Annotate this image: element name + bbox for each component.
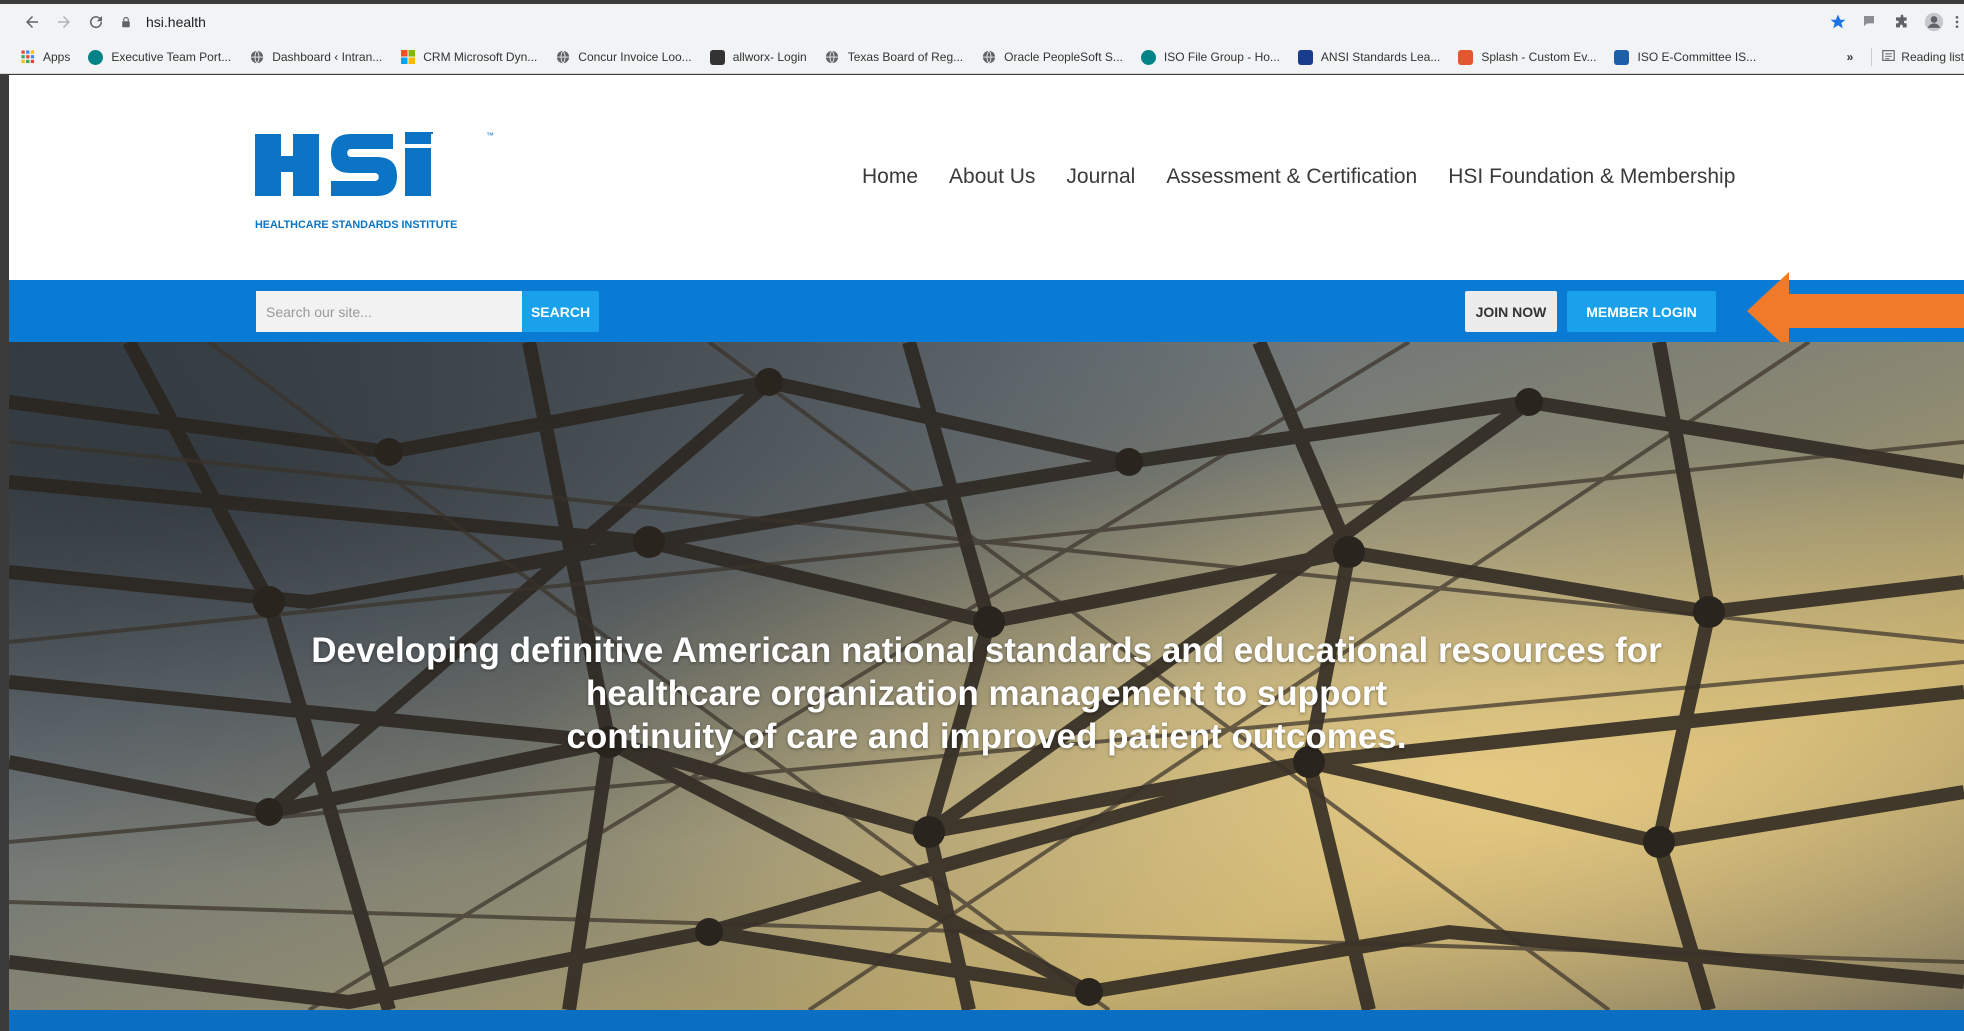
bookmark-item[interactable]: CRM Microsoft Dyn... — [400, 50, 537, 65]
browser-chrome: hsi.health Apps Executive Team Port... D… — [0, 4, 1964, 74]
back-button[interactable] — [18, 8, 46, 36]
bookmark-item[interactable]: Oracle PeopleSoft S... — [981, 50, 1123, 65]
reload-icon — [90, 16, 103, 29]
bottom-blue-strip — [9, 1010, 1964, 1031]
globe-icon — [555, 50, 570, 65]
bookmarks-divider — [1871, 48, 1873, 66]
bookmarks-right: » Reading list — [1847, 42, 1964, 72]
hero-line-1: Developing definitive American national … — [311, 631, 1662, 670]
forward-arrow-icon — [58, 16, 70, 28]
forward-button[interactable] — [50, 8, 78, 36]
bookmark-label: ISO E-Committee IS... — [1637, 50, 1757, 64]
hero-tagline: Developing definitive American national … — [9, 629, 1964, 758]
iso-icon — [1614, 49, 1630, 65]
bookmark-item[interactable]: Splash - Custom Ev... — [1458, 49, 1597, 65]
bookmark-star-icon[interactable] — [1822, 10, 1854, 34]
more-bookmarks-button[interactable]: » — [1847, 50, 1854, 64]
bookmark-item[interactable]: ANSI Standards Lea... — [1297, 49, 1441, 65]
menu-dots-icon[interactable] — [1950, 10, 1964, 34]
site-header: ™ HEALTHCARE STANDARDS INSTITUTE Home Abo… — [9, 75, 1964, 280]
hero-banner: Developing definitive American national … — [9, 342, 1964, 1010]
allworx-icon — [709, 49, 725, 65]
bookmarks-bar: Apps Executive Team Port... Dashboard ‹ In… — [0, 42, 1964, 72]
profile-avatar-icon[interactable] — [1918, 10, 1950, 34]
bookmark-label: Texas Board of Reg... — [847, 50, 964, 64]
main-navigation: Home About Us Journal Assessment & Certific… — [862, 165, 1766, 189]
splash-icon — [1458, 49, 1474, 65]
bookmark-label: Oracle PeopleSoft S... — [1004, 50, 1123, 64]
reload-button[interactable] — [82, 8, 110, 36]
search-button[interactable]: SEARCH — [522, 291, 599, 332]
member-login-button[interactable]: MEMBER LOGIN — [1567, 291, 1716, 332]
sharepoint-icon — [1140, 49, 1156, 65]
hsi-logo[interactable]: ™ HEALTHCARE STANDARDS INSTITUTE — [255, 128, 497, 233]
nav-link[interactable]: Journal — [1066, 165, 1135, 189]
bookmark-label: Executive Team Port... — [111, 50, 232, 64]
reading-list-label[interactable]: Reading list — [1901, 50, 1964, 64]
bookmark-item[interactable]: Executive Team Port... — [88, 49, 232, 65]
microsoft-icon — [400, 50, 415, 65]
globe-icon — [981, 50, 996, 65]
bookmark-item[interactable]: Texas Board of Reg... — [825, 50, 963, 65]
nav-link[interactable]: About Us — [949, 165, 1035, 189]
bookmark-item[interactable]: Concur Invoice Loo... — [555, 50, 692, 65]
lock-icon — [118, 14, 134, 30]
logo-trademark: ™ — [486, 131, 494, 140]
bookmark-item[interactable]: ISO E-Committee IS... — [1614, 49, 1757, 65]
web-page: ™ HEALTHCARE STANDARDS INSTITUTE Home Abo… — [9, 75, 1964, 1031]
sharepoint-icon — [88, 49, 104, 65]
globe-icon — [249, 50, 264, 65]
bookmark-label: ISO File Group - Ho... — [1163, 50, 1280, 64]
hero-line-2: healthcare organization management to su… — [585, 674, 1388, 713]
bookmark-label: CRM Microsoft Dyn... — [423, 50, 538, 64]
bookmark-item[interactable]: Apps — [20, 50, 70, 65]
ansi-icon — [1297, 49, 1313, 65]
globe-icon — [825, 50, 840, 65]
bookmark-item[interactable]: Dashboard ‹ Intran... — [249, 50, 382, 65]
bookmark-label: Splash - Custom Ev... — [1481, 50, 1597, 64]
bookmark-label: ANSI Standards Lea... — [1320, 50, 1441, 64]
join-now-button[interactable]: JOIN NOW — [1465, 291, 1557, 332]
logo-tagline: HEALTHCARE STANDARDS INSTITUTE — [255, 219, 457, 231]
url-text: hsi.health — [146, 14, 206, 30]
browser-toolbar: hsi.health — [0, 4, 1964, 40]
bookmark-label: Concur Invoice Loo... — [578, 50, 692, 64]
search-input[interactable]: Search our site... — [256, 291, 522, 332]
toolbar-right-icons — [1822, 10, 1964, 34]
reading-list-icon[interactable] — [1882, 49, 1896, 65]
back-arrow-icon — [26, 16, 38, 28]
chat-icon[interactable] — [1854, 10, 1886, 34]
address-bar[interactable]: hsi.health — [118, 10, 1778, 34]
utility-bar: Search our site... SEARCH JOIN NOW MEMBE… — [9, 272, 1964, 350]
window-frame: hsi.health Apps Executive Team Port... D… — [0, 0, 1964, 1031]
bookmark-item[interactable]: ISO File Group - Ho... — [1140, 49, 1280, 65]
hero-line-3: continuity of care and improved patient … — [566, 717, 1407, 756]
nav-link[interactable]: Home — [862, 165, 918, 189]
bookmark-label: Apps — [43, 50, 71, 64]
bookmark-label: allworx- Login — [732, 50, 807, 64]
nav-link[interactable]: HSI Foundation & Membership — [1448, 165, 1735, 189]
nav-link[interactable]: Assessment & Certification — [1166, 165, 1417, 189]
bookmark-item[interactable]: allworx- Login — [709, 49, 807, 65]
orange-arrow-annotation — [1747, 272, 1964, 350]
apps-grid-icon — [20, 50, 35, 65]
extensions-puzzle-icon[interactable] — [1886, 10, 1918, 34]
bookmark-label: Dashboard ‹ Intran... — [272, 50, 383, 64]
